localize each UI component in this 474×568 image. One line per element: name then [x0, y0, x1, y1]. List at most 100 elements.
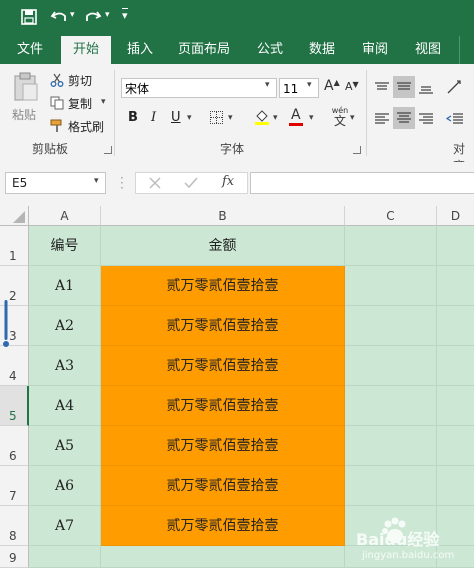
cell-c4[interactable] [345, 346, 437, 386]
row-header-8[interactable]: 8 [0, 506, 29, 546]
format-painter-button[interactable]: 格式刷 [68, 118, 104, 135]
cell-d1[interactable] [437, 226, 474, 266]
row-header-7[interactable]: 7 [0, 466, 29, 506]
cell-d4[interactable] [437, 346, 474, 386]
cell-a4[interactable]: A3 [29, 346, 101, 386]
cell-c2[interactable] [345, 266, 437, 306]
redo-dropdown-icon[interactable]: ▾ [105, 10, 110, 20]
cut-button[interactable]: 剪切 [68, 72, 92, 89]
tab-insert[interactable]: 插入 [118, 36, 162, 64]
name-box-dropdown-icon[interactable]: ▾ [94, 176, 99, 186]
cell-c1[interactable] [345, 226, 437, 266]
font-color-dropdown-icon[interactable]: ▾ [309, 113, 314, 123]
cell-d5[interactable] [437, 386, 474, 426]
tab-data[interactable]: 数据 [300, 36, 344, 64]
select-all-corner[interactable] [0, 206, 29, 226]
enter-icon[interactable] [184, 175, 198, 189]
copy-dropdown-icon[interactable]: ▾ [101, 97, 106, 107]
tab-file[interactable]: 文件 [8, 36, 52, 64]
cell-b4[interactable]: 贰万零贰佰壹拾壹 [101, 346, 345, 386]
align-right-icon[interactable] [418, 111, 434, 125]
font-launcher-icon[interactable] [353, 146, 361, 154]
row-resize-handle-icon[interactable] [3, 300, 9, 350]
align-top-icon[interactable] [374, 80, 390, 94]
row-header-4[interactable]: 4 [0, 346, 29, 386]
undo-dropdown-icon[interactable]: ▾ [70, 10, 75, 20]
cell-a5[interactable]: A4 [29, 386, 101, 426]
row-header-9[interactable]: 9 [0, 546, 29, 568]
insert-function-icon[interactable]: fx [222, 174, 234, 189]
cell-b3[interactable]: 贰万零贰佰壹拾壹 [101, 306, 345, 346]
tab-review[interactable]: 审阅 [353, 36, 397, 64]
cell-a2[interactable]: A1 [29, 266, 101, 306]
customize-quick-access-icon[interactable]: ▾ [122, 8, 128, 23]
increase-font-size-icon[interactable]: A▲ [324, 78, 340, 94]
formula-input[interactable] [250, 172, 474, 194]
underline-button[interactable]: U [171, 110, 181, 125]
tab-home[interactable]: 开始 [61, 36, 111, 64]
tab-view[interactable]: 视图 [406, 36, 450, 64]
cancel-icon[interactable] [148, 175, 162, 189]
row-number: 9 [9, 551, 17, 565]
cell-d6[interactable] [437, 426, 474, 466]
align-left-icon[interactable] [374, 111, 390, 125]
name-box[interactable]: E5 ▾ [5, 172, 106, 194]
align-bottom-icon[interactable] [418, 80, 434, 94]
borders-icon[interactable] [210, 111, 223, 124]
decrease-indent-icon[interactable] [445, 111, 464, 125]
paste-button[interactable]: 粘贴 [8, 72, 44, 126]
cell-b6[interactable]: 贰万零贰佰壹拾壹 [101, 426, 345, 466]
clipboard-launcher-icon[interactable] [104, 146, 112, 154]
cell-b1[interactable]: 金额 [101, 226, 345, 266]
cell-c6[interactable] [345, 426, 437, 466]
align-center-icon[interactable] [393, 107, 415, 129]
row-header-5[interactable]: 5 [0, 386, 29, 426]
save-icon[interactable] [21, 9, 37, 25]
decrease-font-size-icon[interactable]: A▼ [345, 80, 359, 93]
orientation-icon[interactable] [446, 79, 464, 95]
cell-d2[interactable] [437, 266, 474, 306]
align-middle-icon[interactable] [393, 76, 415, 98]
column-header-a[interactable]: A [29, 206, 101, 226]
cell-a3[interactable]: A2 [29, 306, 101, 346]
cell-d7[interactable] [437, 466, 474, 506]
font-name-dropdown-icon[interactable]: ▾ [265, 80, 270, 90]
cell-b8[interactable]: 贰万零贰佰壹拾壹 [101, 506, 345, 546]
bold-button[interactable]: B [128, 110, 138, 125]
font-size-dropdown-icon[interactable]: ▾ [307, 80, 312, 90]
cell-c3[interactable] [345, 306, 437, 346]
row-header-1[interactable]: 1 [0, 226, 29, 266]
font-size-combo[interactable]: 11 [279, 78, 319, 98]
cell-a1[interactable]: 编号 [29, 226, 101, 266]
cell-a6[interactable]: A5 [29, 426, 101, 466]
cell-c7[interactable] [345, 466, 437, 506]
phonetic-dropdown-icon[interactable]: ▾ [350, 113, 355, 123]
column-header-d[interactable]: D [437, 206, 474, 226]
copy-button[interactable]: 复制 [68, 95, 92, 112]
tab-formulas[interactable]: 公式 [248, 36, 292, 64]
phonetic-guide-icon[interactable]: wén 文 [330, 106, 350, 128]
formula-bar-grip-icon[interactable]: · · · [120, 172, 124, 194]
borders-dropdown-icon[interactable]: ▾ [228, 113, 233, 123]
cell-b7[interactable]: 贰万零贰佰壹拾壹 [101, 466, 345, 506]
cell-a8[interactable]: A7 [29, 506, 101, 546]
font-color-icon[interactable]: A [288, 107, 304, 127]
underline-dropdown-icon[interactable]: ▾ [187, 113, 192, 123]
cell-a7[interactable]: A6 [29, 466, 101, 506]
fill-color-dropdown-icon[interactable]: ▾ [273, 113, 278, 123]
cell-d3[interactable] [437, 306, 474, 346]
row-header-6[interactable]: 6 [0, 426, 29, 466]
cell-a9[interactable] [29, 546, 101, 568]
cell-b9[interactable] [101, 546, 345, 568]
font-name-combo[interactable]: 宋体 [121, 78, 277, 98]
cell-b2[interactable]: 贰万零贰佰壹拾壹 [101, 266, 345, 306]
tab-page-layout[interactable]: 页面布局 [172, 36, 236, 64]
cell-c5[interactable] [345, 386, 437, 426]
fill-color-icon[interactable] [254, 108, 270, 126]
column-header-c[interactable]: C [345, 206, 437, 226]
redo-icon[interactable] [84, 8, 102, 26]
undo-icon[interactable] [50, 8, 68, 26]
italic-button[interactable]: I [151, 110, 156, 125]
cell-b5[interactable]: 贰万零贰佰壹拾壹 [101, 386, 345, 426]
column-header-b[interactable]: B [101, 206, 345, 226]
